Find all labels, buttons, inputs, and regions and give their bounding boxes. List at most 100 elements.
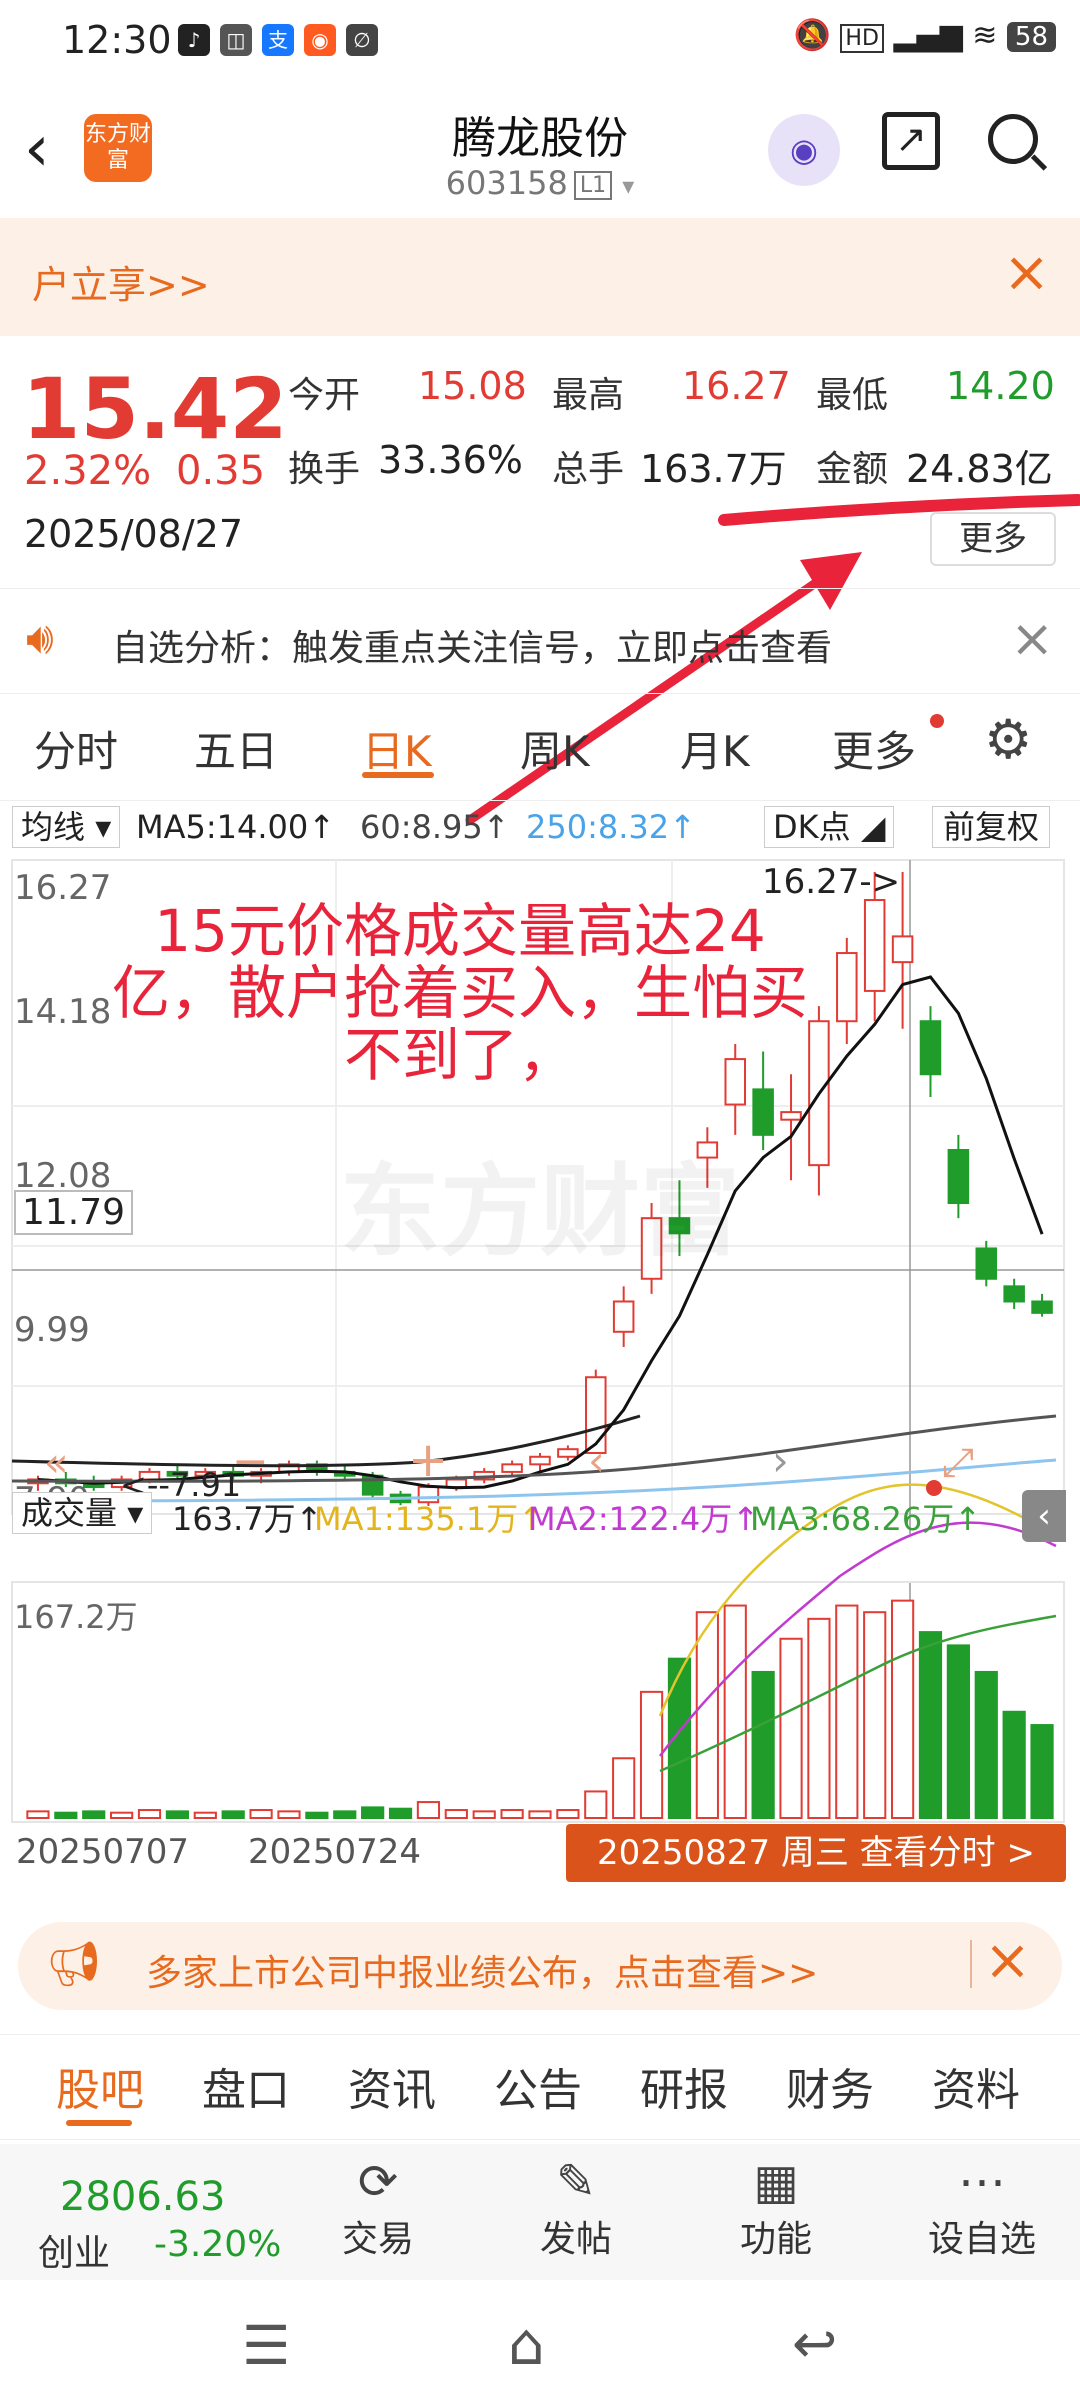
candle-body [501, 1463, 523, 1473]
back-nav-icon[interactable]: ↩ [792, 2312, 837, 2375]
add-watchlist-button[interactable]: ⋯ 设自选 [912, 2154, 1052, 2262]
volume-ma1: MA1:135.1万↑ [314, 1500, 546, 1538]
grid-icon: ▦ [753, 2154, 799, 2210]
volume-bar [835, 1604, 859, 1819]
kline-chart[interactable]: 均线 ▾ MA5:14.00↑ 60:8.95↑ 250:8.32↑ DK点 ◢… [0, 800, 1080, 1900]
volume-bar [193, 1811, 217, 1819]
volume-bar [221, 1810, 245, 1820]
candle-body [612, 1300, 635, 1333]
ma-selector[interactable]: 均线 ▾ [12, 806, 121, 848]
tab-research[interactable]: 研报 [640, 2054, 728, 2118]
volume-bar [472, 1810, 496, 1820]
candle-body [863, 899, 886, 992]
user-annotation: 15元价格成交量高达24亿，散户抢着买入，生怕买不到了， [111, 897, 808, 1089]
menu-icon[interactable]: ☰ [242, 2314, 290, 2377]
trade-button[interactable]: ⟳ 交易 [318, 2154, 438, 2262]
dk-point-button[interactable]: DK点 ◢ [764, 806, 895, 848]
tab-profile[interactable]: 资料 [932, 2054, 1020, 2118]
volume-ma2: MA2:122.4万↑ [528, 1500, 760, 1538]
scroll-left-icon[interactable]: « [44, 1440, 68, 1486]
tab-five-day[interactable]: 五日 [194, 718, 278, 779]
volume-bar [110, 1811, 134, 1819]
price-axis-top: 16.27 [14, 868, 112, 908]
candle-body [1031, 1300, 1053, 1314]
volume-bar [388, 1807, 413, 1820]
volume-axis-top: 167.2万 [14, 1598, 138, 1636]
more-dots-icon: ⋯ [958, 2154, 1006, 2210]
collapse-panel-button[interactable]: ‹ [1022, 1490, 1066, 1542]
close-icon[interactable]: × [1010, 609, 1054, 669]
volume-bar [82, 1810, 106, 1820]
crosshair-price: 11.79 [14, 1190, 134, 1235]
volume-ma3: MA3:68.26万↑ [750, 1500, 982, 1538]
volume-bar [444, 1809, 468, 1820]
post-button[interactable]: ✎ 发帖 [516, 2154, 636, 2262]
prev-icon[interactable]: ‹ [588, 1436, 605, 1485]
close-icon[interactable]: × [984, 1928, 1031, 1993]
tab-intraday[interactable]: 分时 [34, 718, 118, 779]
adjust-button[interactable]: 前复权 [932, 806, 1051, 848]
volume-bar [500, 1809, 524, 1820]
volume-bar [556, 1809, 580, 1820]
notice-banner[interactable]: 📢︎ 多家上市公司中报业绩公布，点击查看>> × [18, 1922, 1062, 2010]
active-subtab-indicator [66, 2120, 132, 2126]
tab-daily-k[interactable]: 日K [362, 718, 432, 779]
volume-bar [137, 1809, 162, 1820]
tab-pankou[interactable]: 盘口 [202, 2054, 290, 2118]
function-button[interactable]: ▦ 功能 [716, 2154, 836, 2262]
volume-selector[interactable]: 成交量 ▾ [12, 1492, 153, 1534]
candle-body [947, 1148, 970, 1205]
trade-icon: ⟳ [357, 2154, 399, 2210]
function-label: 功能 [739, 2219, 812, 2260]
index-ticker[interactable]: 2806.63 创业 -3.20% [20, 2160, 290, 2274]
tab-monthly-k[interactable]: 月K [680, 718, 750, 779]
edit-icon: ✎ [555, 2154, 597, 2210]
fullscreen-icon[interactable]: ⤢ [942, 1440, 974, 1486]
volume-bar [333, 1810, 357, 1820]
tab-guba[interactable]: 股吧 [56, 2054, 144, 2118]
index-value: 2806.63 [60, 2174, 226, 2220]
dk-point-label: DK点 [773, 808, 851, 846]
candle-body [445, 1478, 468, 1489]
home-icon[interactable]: ⌂ [508, 2310, 545, 2378]
zoom-in-icon[interactable]: + [408, 1432, 448, 1488]
tab-more[interactable]: 更多 [832, 718, 916, 779]
notice-divider [970, 1940, 972, 1988]
volume-bar [54, 1811, 78, 1819]
view-intraday-button[interactable]: 20250827 周三 查看分时 > [566, 1824, 1066, 1882]
ma250-legend: 250:8.32↑ [526, 808, 696, 846]
volume-bar [890, 1599, 915, 1820]
price-axis-mid1: 14.18 [14, 992, 112, 1032]
index-name: 创业 [38, 2233, 111, 2274]
analysis-bar[interactable]: 🔊︎ 自选分析：触发重点关注信号，立即点击查看 × [0, 588, 1080, 694]
candle-body [891, 935, 914, 964]
settings-gear-icon[interactable]: ⚙ [984, 708, 1032, 771]
volume-bar [1002, 1710, 1026, 1819]
volume-bar [863, 1611, 887, 1819]
speaker-icon: 🔊︎ [26, 613, 54, 664]
volume-selector-label: 成交量 [21, 1494, 118, 1532]
next-icon[interactable]: › [772, 1436, 789, 1485]
volume-bar [528, 1810, 552, 1820]
megaphone-icon: 📢︎ [46, 1939, 102, 1990]
ma60-legend: 60:8.95↑ [360, 808, 510, 846]
date-label-1: 20250707 [16, 1832, 190, 1872]
volume-bar [249, 1809, 273, 1820]
volume-bar [723, 1604, 747, 1819]
candle-body [919, 1020, 942, 1076]
ma5-legend: MA5:14.00↑ [136, 808, 336, 846]
tab-news[interactable]: 资讯 [348, 2054, 436, 2118]
volume-bar [946, 1644, 970, 1819]
index-change: -3.20% [154, 2224, 282, 2265]
post-label: 发帖 [539, 2219, 612, 2260]
tab-weekly-k[interactable]: 周K [520, 718, 590, 779]
candle-body [975, 1247, 998, 1280]
volume-bar [165, 1810, 190, 1820]
volume-bar [779, 1637, 803, 1820]
trade-label: 交易 [341, 2219, 414, 2260]
tab-announcement[interactable]: 公告 [494, 2054, 582, 2118]
tab-finance[interactable]: 财务 [786, 2054, 874, 2118]
active-tab-indicator [362, 772, 434, 778]
notice-text: 多家上市公司中报业绩公布，点击查看>> [146, 1953, 819, 1994]
zoom-out-icon[interactable]: − [232, 1436, 269, 1487]
